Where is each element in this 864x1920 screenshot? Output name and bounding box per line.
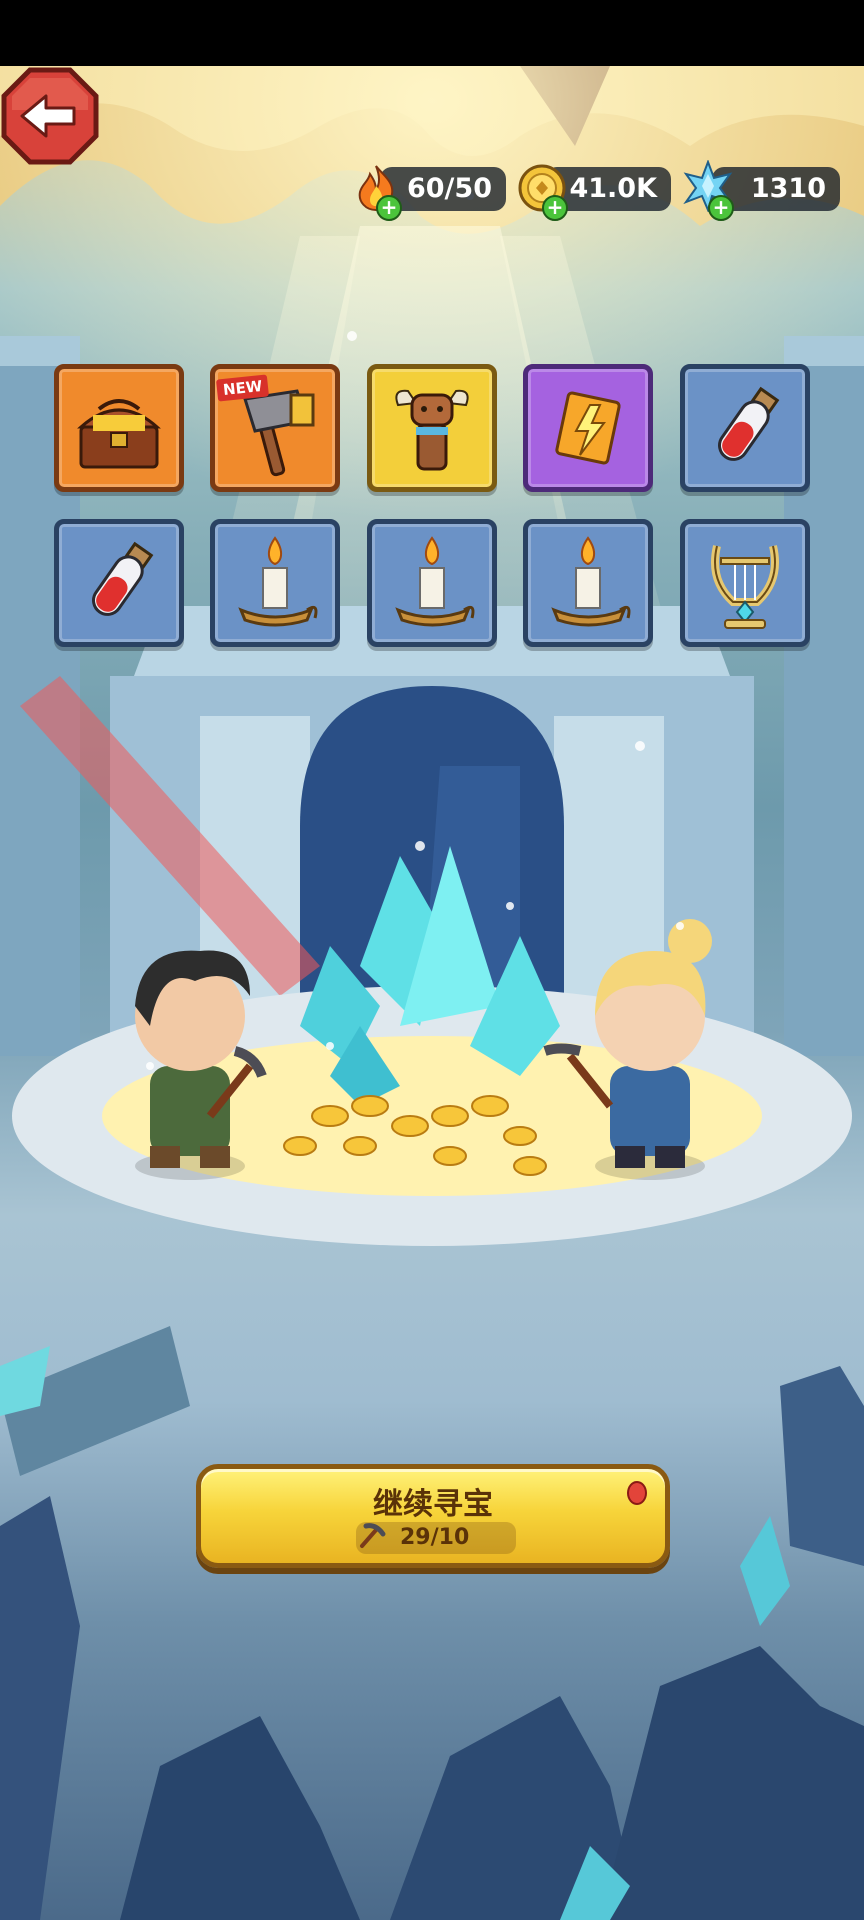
item-treasure-chest[interactable]: [54, 364, 184, 492]
status-bar: [0, 0, 864, 66]
treasure-chest-icon: [77, 399, 161, 469]
continue-treasure-hunt-button[interactable]: 继续寻宝 29/10: [196, 1464, 670, 1568]
gold-plus-icon[interactable]: +: [542, 195, 568, 221]
continue-label: 继续寻宝: [373, 1487, 493, 1522]
scene-background: [0, 66, 864, 1920]
candle-icon: [551, 536, 631, 627]
candle-icon: [238, 536, 318, 627]
bull-totem-icon: [395, 389, 469, 471]
item-candle[interactable]: [210, 519, 340, 647]
item-red-potion[interactable]: [54, 519, 184, 647]
lightning-scroll-icon: [555, 391, 621, 465]
pickaxe-count: 29/10: [400, 1525, 470, 1550]
item-lyre[interactable]: [680, 519, 810, 647]
pickaxe-icon: [360, 1523, 386, 1548]
item-candle[interactable]: [367, 519, 497, 647]
notification-dot: [627, 1481, 647, 1505]
lyre-icon: [711, 545, 779, 629]
item-bull-totem[interactable]: [367, 364, 497, 492]
red-potion-icon: [718, 386, 780, 461]
item-hammer[interactable]: NEW: [210, 364, 340, 492]
item-red-potion[interactable]: [680, 364, 810, 492]
item-lightning-scroll[interactable]: [523, 364, 653, 492]
back-button[interactable]: [0, 66, 100, 166]
treasure-cave-scene: 60/50 + 41.0K + 1310 + NEW 继续寻宝 29/10: [0, 66, 864, 1920]
energy-plus-icon[interactable]: +: [376, 195, 402, 221]
crystal-plus-icon[interactable]: +: [708, 195, 734, 221]
candle-icon: [395, 536, 475, 627]
pickaxe-counter: 29/10: [356, 1522, 516, 1554]
red-potion-icon: [92, 541, 154, 616]
game-screen: 60/50 + 41.0K + 1310 + NEW 继续寻宝 29/10: [0, 0, 864, 1920]
item-candle[interactable]: [523, 519, 653, 647]
